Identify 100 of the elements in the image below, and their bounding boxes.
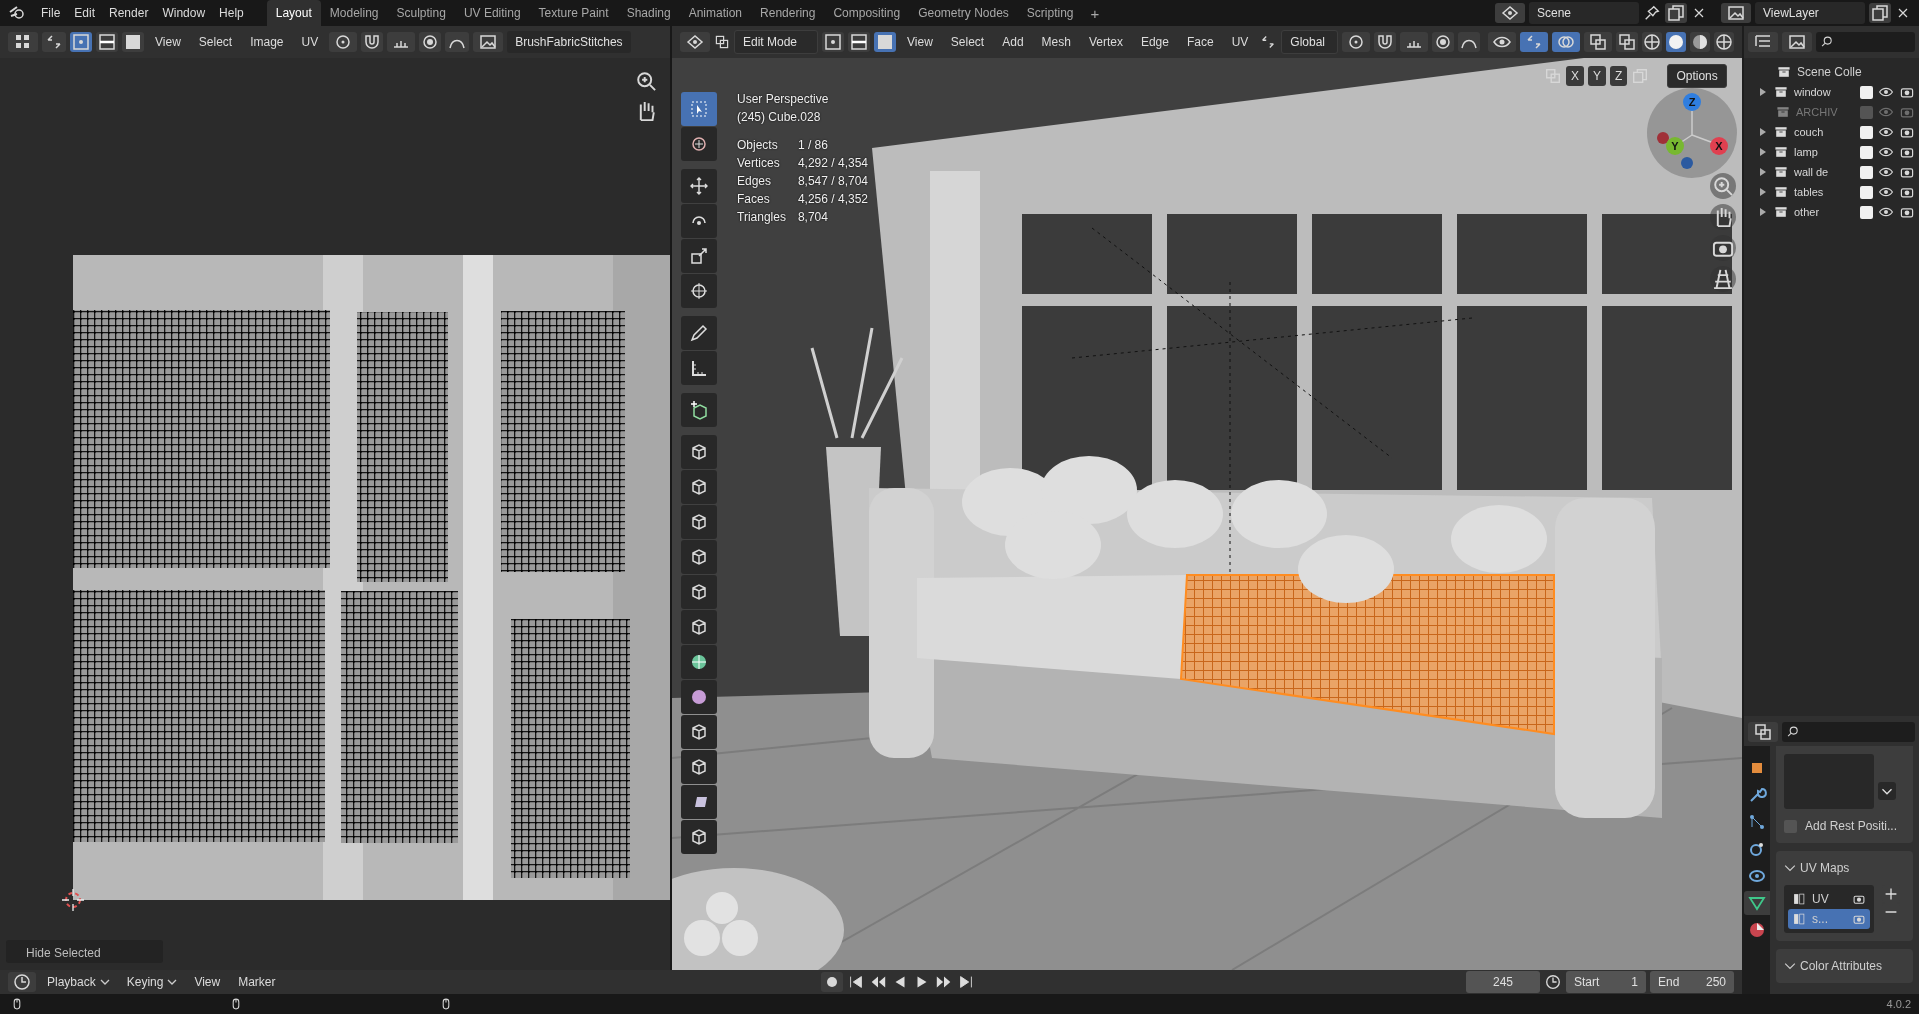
- xray-icon[interactable]: [1616, 32, 1638, 52]
- editor-type-icon[interactable]: [8, 32, 38, 52]
- tool-button[interactable]: [681, 204, 717, 238]
- workspace-tab[interactable]: Compositing: [824, 0, 910, 26]
- menu-item[interactable]: Edit: [67, 2, 103, 24]
- caret-icon[interactable]: [99, 977, 110, 987]
- tool-button[interactable]: [681, 274, 717, 308]
- search-field[interactable]: [1816, 32, 1915, 52]
- edge-select-icon[interactable]: [848, 32, 871, 52]
- camera-view-icon[interactable]: [1710, 235, 1736, 261]
- workspace-tab[interactable]: Rendering: [751, 0, 825, 26]
- copy-icon[interactable]: [1869, 3, 1891, 23]
- tree-label[interactable]: Scene Colle: [1797, 63, 1862, 81]
- proportional-edit-icon[interactable]: [419, 32, 442, 52]
- editor-type-icon[interactable]: [1748, 722, 1778, 742]
- falloff-icon[interactable]: [445, 32, 470, 52]
- image-browse-icon[interactable]: [473, 32, 504, 52]
- add-workspace-tab[interactable]: +: [1082, 1, 1108, 26]
- menu-item[interactable]: Edge: [1133, 31, 1176, 53]
- menu-item[interactable]: Select: [191, 31, 240, 53]
- menu-item[interactable]: View: [187, 971, 228, 993]
- gizmo-icon[interactable]: [1520, 32, 1548, 52]
- checkbox[interactable]: [1860, 85, 1873, 99]
- pan-hand-icon[interactable]: [1710, 204, 1736, 230]
- workspace-tab[interactable]: Sculpting: [387, 0, 455, 26]
- tree-label[interactable]: tables: [1794, 183, 1855, 201]
- editor-type-icon[interactable]: [8, 972, 36, 992]
- tool-button[interactable]: [681, 540, 717, 574]
- rendered-shading-icon[interactable]: [1714, 32, 1734, 52]
- tool-button[interactable]: [681, 239, 717, 273]
- snap-icon[interactable]: [361, 32, 384, 52]
- snap-icon[interactable]: [1374, 32, 1396, 52]
- expand-icon[interactable]: [1878, 782, 1896, 800]
- tree-label[interactable]: couch: [1794, 123, 1855, 141]
- pivot-icon[interactable]: [1342, 32, 1370, 52]
- menu-item[interactable]: View: [148, 31, 188, 53]
- tool-button[interactable]: [681, 505, 717, 539]
- snap-target-icon[interactable]: [387, 32, 416, 52]
- menu-item[interactable]: Help: [212, 2, 251, 24]
- mode-dropdown[interactable]: Edit Mode: [734, 30, 819, 54]
- pivot-icon[interactable]: [329, 32, 358, 52]
- start-frame-field[interactable]: Start 1: [1566, 971, 1646, 993]
- clock-icon[interactable]: [1544, 973, 1562, 991]
- tool-button[interactable]: [681, 169, 717, 203]
- tool-button[interactable]: [681, 575, 717, 609]
- uv-island[interactable]: [73, 590, 325, 842]
- face-select-icon[interactable]: [874, 32, 897, 52]
- tree-label[interactable]: window: [1794, 83, 1855, 101]
- last-operator-panel[interactable]: Hide Selected: [6, 940, 163, 963]
- current-frame-field[interactable]: 245: [1466, 971, 1540, 993]
- tool-button[interactable]: [681, 750, 717, 784]
- scene-icon[interactable]: [1495, 3, 1525, 23]
- face-select-icon[interactable]: [122, 32, 144, 52]
- orientation-dropdown[interactable]: Global: [1281, 30, 1338, 54]
- tool-button[interactable]: [681, 610, 717, 644]
- tool-button[interactable]: [681, 435, 717, 469]
- image-name-field[interactable]: BrushFabricStitches: [507, 31, 631, 53]
- uv-island[interactable]: [357, 312, 448, 582]
- tree-label[interactable]: wall de: [1794, 163, 1855, 181]
- vertex-select-icon[interactable]: [70, 32, 92, 52]
- uv-island[interactable]: [73, 310, 330, 568]
- perspective-toggle-icon[interactable]: [1710, 266, 1736, 292]
- material-shading-icon[interactable]: [1690, 32, 1710, 52]
- menu-item[interactable]: Window: [155, 2, 213, 24]
- editor-type-icon[interactable]: [680, 32, 710, 52]
- vertex-select-icon[interactable]: [822, 32, 845, 52]
- search-field[interactable]: [1782, 722, 1915, 742]
- workspace-tab[interactable]: Modeling: [320, 0, 388, 26]
- tool-button[interactable]: [681, 351, 717, 385]
- mirror-axis-toggle[interactable]: Z: [1610, 66, 1628, 86]
- uv-island[interactable]: [501, 311, 625, 572]
- menu-item[interactable]: Add: [995, 31, 1031, 53]
- checkbox-label[interactable]: Add Rest Positi...: [1805, 817, 1898, 835]
- checkbox[interactable]: [1860, 125, 1873, 139]
- scene-field[interactable]: Scene: [1529, 2, 1639, 24]
- checkbox[interactable]: [1860, 145, 1873, 159]
- chevron-icon[interactable]: [1784, 960, 1796, 972]
- workspace-tab[interactable]: Texture Paint: [529, 0, 618, 26]
- tool-button[interactable]: [681, 316, 717, 350]
- menu-item[interactable]: UV: [294, 31, 326, 53]
- mirror-axis-toggle[interactable]: Y: [1588, 66, 1607, 86]
- menu-item[interactable]: Marker: [231, 971, 283, 993]
- tree-label[interactable]: lamp: [1794, 143, 1855, 161]
- solid-shading-icon[interactable]: [1666, 32, 1686, 52]
- checkbox[interactable]: [1860, 185, 1873, 199]
- options-dropdown[interactable]: Options: [1667, 64, 1727, 88]
- display-mode-icon[interactable]: [1748, 32, 1778, 52]
- view-layer-icon[interactable]: [1721, 3, 1751, 23]
- chevron-icon[interactable]: [1784, 862, 1796, 874]
- uv-map-item[interactable]: UV: [1788, 889, 1870, 909]
- workspace-tab[interactable]: UV Editing: [454, 0, 530, 26]
- menu-item[interactable]: UV: [1224, 31, 1256, 53]
- menu-item[interactable]: Select: [943, 31, 992, 53]
- uv-island[interactable]: [341, 591, 458, 843]
- checkbox[interactable]: [1860, 205, 1873, 219]
- tool-button[interactable]: [681, 715, 717, 749]
- snap-target-icon[interactable]: [1400, 32, 1428, 52]
- copy-icon[interactable]: [1665, 3, 1687, 23]
- checkbox[interactable]: [1860, 165, 1873, 179]
- workspace-tab[interactable]: Scripting: [1017, 0, 1083, 26]
